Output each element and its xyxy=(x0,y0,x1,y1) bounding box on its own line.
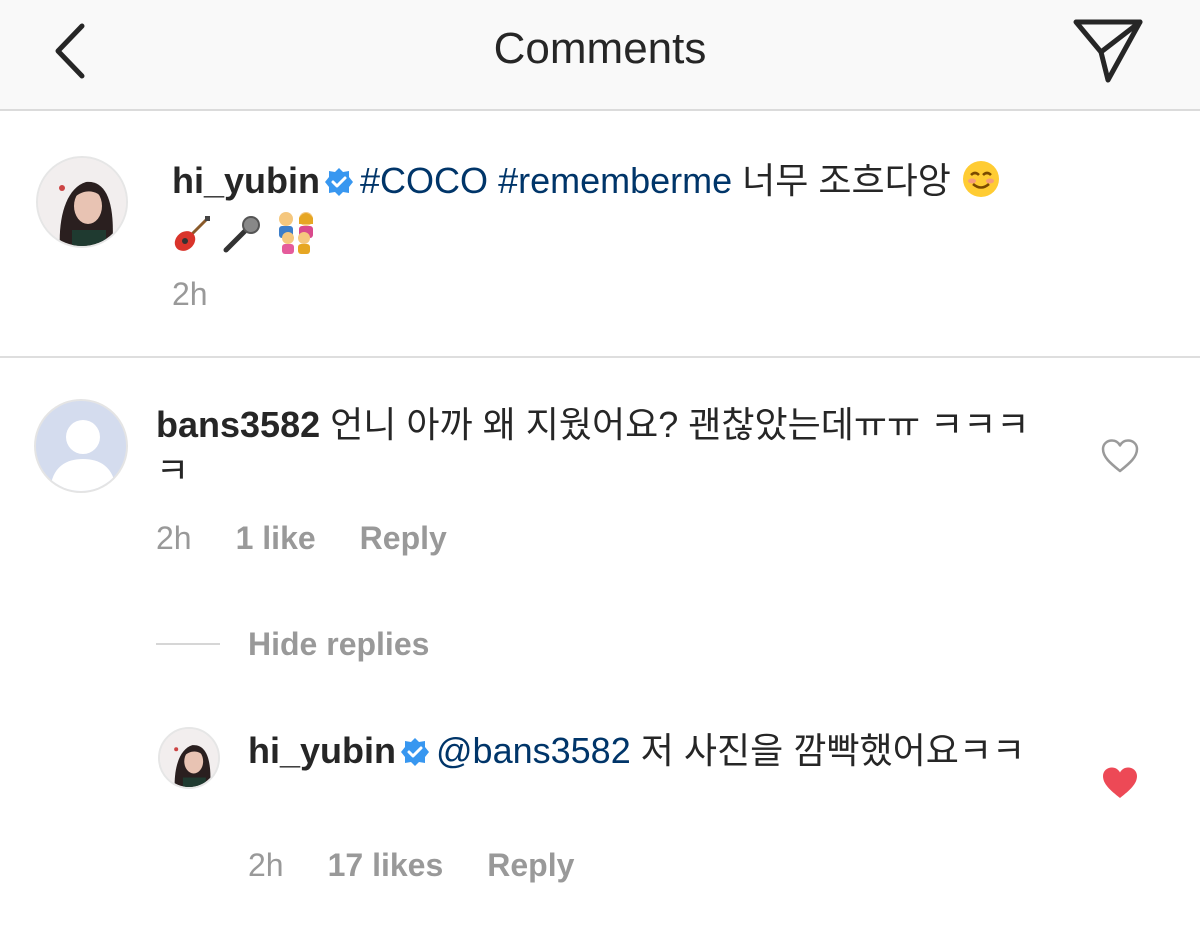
comment-meta: 2h 1 like Reply xyxy=(156,520,491,557)
like-button[interactable] xyxy=(1100,765,1140,806)
avatar[interactable] xyxy=(36,156,128,248)
post-caption: hi_yubin #COCO #rememberme 너무 조흐다앙 xyxy=(172,158,1052,265)
paper-plane-icon xyxy=(1073,19,1143,83)
caption-username[interactable]: hi_yubin xyxy=(172,160,320,201)
page-title: Comments xyxy=(493,24,707,73)
verified-badge-icon xyxy=(324,162,354,208)
replies-divider xyxy=(156,643,220,645)
likes-count[interactable]: 1 like xyxy=(236,520,316,556)
hide-replies-button[interactable]: Hide replies xyxy=(248,626,429,663)
hashtag-link[interactable]: #COCO xyxy=(360,160,488,201)
default-avatar-icon xyxy=(36,401,126,491)
avatar[interactable] xyxy=(158,727,220,789)
profile-photo xyxy=(38,158,126,246)
hashtag-link[interactable]: #rememberme xyxy=(498,160,732,201)
timestamp: 2h xyxy=(156,520,192,556)
reply-button[interactable]: Reply xyxy=(360,520,447,556)
profile-photo xyxy=(160,729,218,787)
comment-username[interactable]: bans3582 xyxy=(156,404,320,445)
likes-count[interactable]: 17 likes xyxy=(328,847,444,883)
verified-badge-icon xyxy=(400,732,430,778)
like-button[interactable] xyxy=(1100,438,1140,479)
timestamp: 2h xyxy=(172,276,208,312)
microphone-icon xyxy=(222,214,262,265)
mention-link[interactable]: @bans3582 xyxy=(436,730,631,771)
smiling-face-icon xyxy=(961,159,1001,210)
reply-body: hi_yubin @bans3582 저 사진을 깜빡했어요ㅋㅋ xyxy=(248,728,1038,778)
top-bar: Comments xyxy=(0,0,1200,111)
guitar-icon xyxy=(172,214,212,265)
comment-body: bans3582 언니 아까 왜 지웠어요? 괜찮았는데ㅠㅠ ㅋㅋㅋㅋ xyxy=(156,402,1036,494)
heart-outline-icon xyxy=(1101,439,1139,473)
reply-meta: 2h 17 likes Reply xyxy=(248,847,618,884)
caption-text: 너무 조흐다앙 xyxy=(742,160,951,201)
avatar[interactable] xyxy=(34,399,128,493)
family-icon xyxy=(272,210,320,265)
timestamp: 2h xyxy=(248,847,284,883)
reply-button[interactable]: Reply xyxy=(487,847,574,883)
caption-meta: 2h xyxy=(172,276,252,313)
heart-filled-icon xyxy=(1103,767,1137,798)
share-button[interactable] xyxy=(1068,16,1148,86)
reply-text: 저 사진을 깜빡했어요ㅋㅋ xyxy=(640,730,1026,771)
reply-username[interactable]: hi_yubin xyxy=(248,730,396,771)
divider xyxy=(0,356,1200,358)
